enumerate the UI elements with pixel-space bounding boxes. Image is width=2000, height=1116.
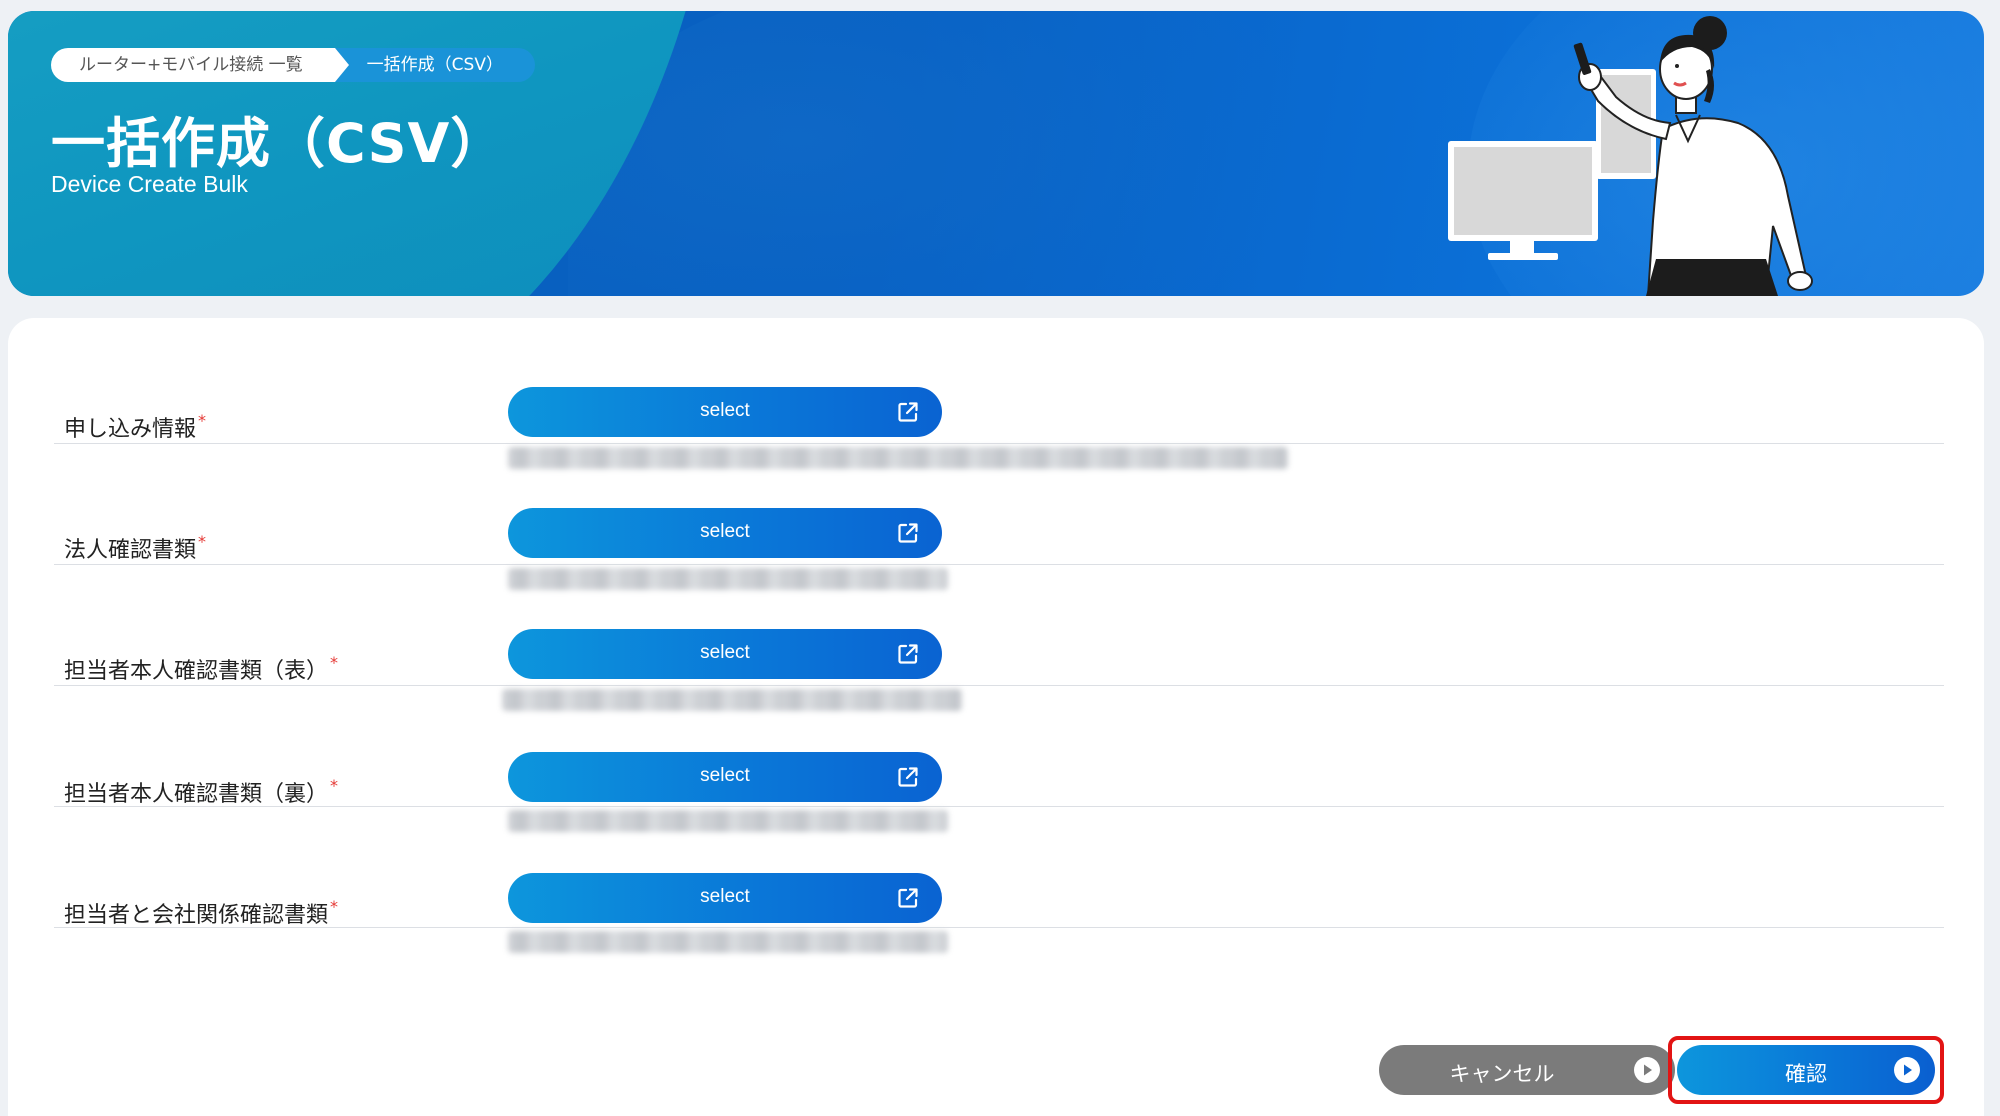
field-label: 担当者と会社関係確認書類 * <box>64 897 339 928</box>
required-mark: * <box>330 897 339 916</box>
select-button-label: select <box>700 765 750 786</box>
required-mark: * <box>330 653 339 672</box>
select-relationship-document-button[interactable]: select <box>508 873 942 923</box>
select-corporate-document-button[interactable]: select <box>508 508 942 558</box>
external-link-icon <box>898 523 918 543</box>
field-label: 担当者本人確認書類（裏） * <box>64 776 339 807</box>
page-title: 一括作成（CSV） <box>51 112 506 175</box>
play-circle-icon <box>1894 1057 1920 1083</box>
play-circle-icon <box>1634 1057 1660 1083</box>
breadcrumb: ルーター+モバイル接続 一覧 一括作成（CSV） <box>51 48 535 82</box>
select-id-back-button[interactable]: select <box>508 752 942 802</box>
form-row-application-info: 申し込み情報 * select <box>54 323 1944 469</box>
external-link-icon <box>898 644 918 664</box>
select-button-label: select <box>700 886 750 907</box>
confirm-button[interactable]: 確認 <box>1677 1045 1935 1095</box>
breadcrumb-item-current: 一括作成（CSV） <box>334 48 535 82</box>
hero-decoration <box>568 11 1328 296</box>
form-card: 申し込み情報 * select 法人確認書類 * select 担当者本人確認書… <box>8 318 1984 1116</box>
external-link-icon <box>898 767 918 787</box>
required-mark: * <box>330 776 339 795</box>
required-mark: * <box>198 532 207 551</box>
cancel-button-label: キャンセル <box>1449 1063 1555 1086</box>
cancel-button[interactable]: キャンセル <box>1379 1045 1675 1095</box>
select-id-front-button[interactable]: select <box>508 629 942 679</box>
external-link-icon <box>898 888 918 908</box>
page: ルーター+モバイル接続 一覧 一括作成（CSV） 一括作成（CSV） Devic… <box>0 0 2000 1116</box>
form-row-id-back: 担当者本人確認書類（裏） * select <box>54 686 1944 832</box>
select-application-info-button[interactable]: select <box>508 387 942 437</box>
form-row-id-front: 担当者本人確認書類（表） * select <box>54 565 1944 711</box>
select-button-label: select <box>700 400 750 421</box>
field-label: 法人確認書類 * <box>64 532 207 563</box>
external-link-icon <box>898 402 918 422</box>
select-button-label: select <box>700 642 750 663</box>
select-button-label: select <box>700 521 750 542</box>
form-row-relationship-document: 担当者と会社関係確認書類 * select <box>54 807 1944 953</box>
field-label: 申し込み情報 * <box>64 411 207 442</box>
page-subtitle: Device Create Bulk <box>51 171 248 197</box>
breadcrumb-item-parent[interactable]: ルーター+モバイル接続 一覧 <box>51 48 349 82</box>
required-mark: * <box>198 411 207 430</box>
uploaded-file-name <box>508 931 948 953</box>
field-label: 担当者本人確認書類（表） * <box>64 653 339 684</box>
office-woman-illustration-icon <box>1448 16 1813 296</box>
form-row-corporate-document: 法人確認書類 * select <box>54 444 1944 590</box>
hero-banner: ルーター+モバイル接続 一覧 一括作成（CSV） 一括作成（CSV） Devic… <box>8 11 1984 296</box>
